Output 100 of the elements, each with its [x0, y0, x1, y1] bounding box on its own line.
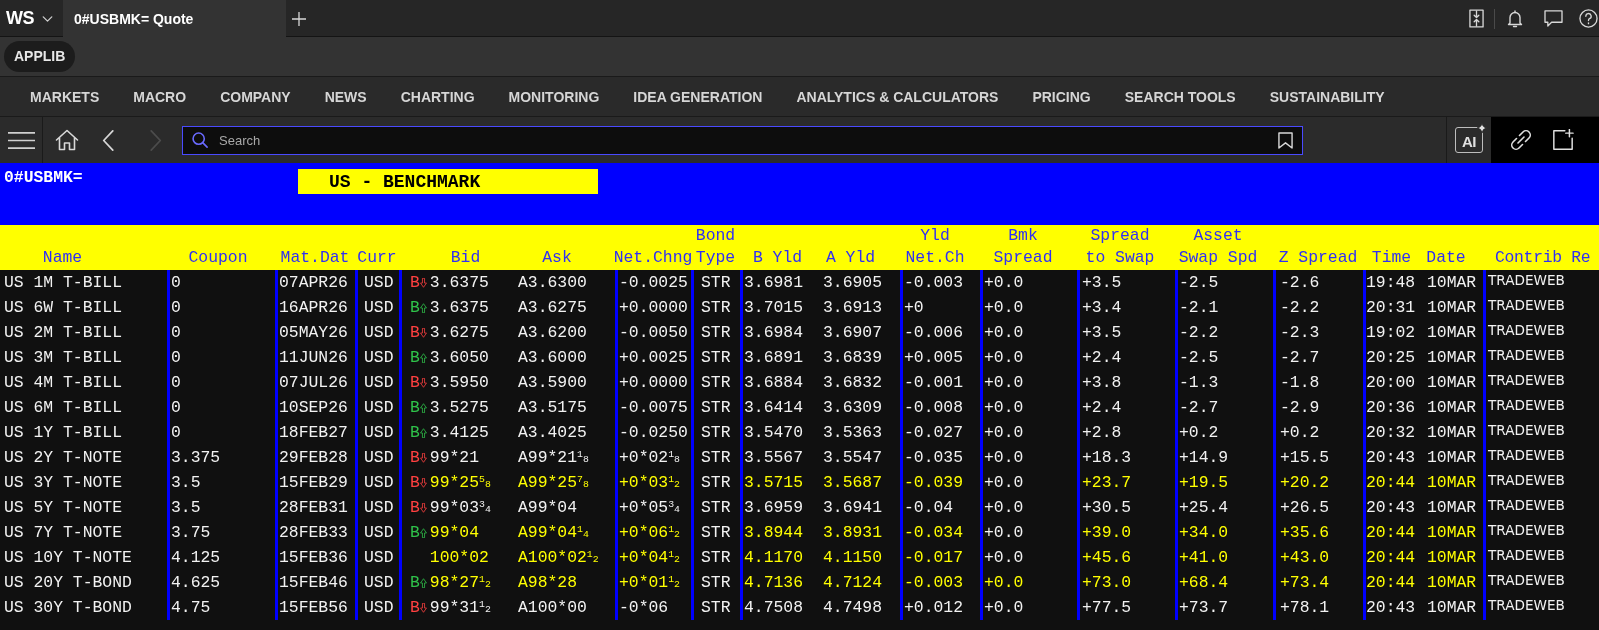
table-cell: 0 [171, 422, 181, 443]
table-cell: +3.8 [1082, 372, 1122, 393]
bid-marker: B [410, 297, 420, 318]
table-cell: 100*02 [429, 547, 489, 568]
table-cell: 4.625 [171, 572, 221, 593]
menu-item[interactable]: COMPANY [203, 89, 308, 105]
table-cell: USD [364, 597, 394, 618]
table-cell: 19:48 [1366, 272, 1416, 293]
plus-icon[interactable] [292, 11, 306, 26]
table-cell-text: TRADEWEB [1488, 396, 1565, 415]
table-cell: STR [701, 372, 731, 393]
table-cell: A98*28 [518, 572, 578, 593]
table-cell: 20:31 [1366, 297, 1416, 318]
table-cell: 4.1170 [744, 547, 804, 568]
table-cell: 20:00 [1366, 372, 1416, 393]
table-cell: USD [364, 422, 394, 443]
table-cell: 0 [171, 347, 181, 368]
menu-icon[interactable] [7, 130, 35, 150]
bid-marker: B [410, 322, 420, 343]
table-cell: -0.027 [904, 422, 964, 443]
app-library-button[interactable]: APPLIB [4, 40, 76, 72]
page-code: 0#USBMK= [3, 169, 83, 187]
table-cell: STR [701, 597, 731, 618]
table-cell: 3.4125 [429, 422, 489, 443]
table-cell: +0.0 [984, 372, 1024, 393]
table-cell: 10MAR [1427, 572, 1477, 593]
table-cell: -2.1 [1179, 297, 1219, 318]
compress-icon[interactable] [1469, 9, 1484, 28]
table-cell: 3.7015 [744, 297, 804, 318]
table-cell: STR [701, 497, 731, 518]
table-cell: A3.5900 [518, 372, 587, 393]
bookmark-icon[interactable] [1278, 131, 1293, 149]
table-cell: +0.0 [984, 522, 1024, 543]
table-cell: 4.75 [171, 597, 211, 618]
bell-icon[interactable] [1507, 9, 1523, 28]
table-cell: +39.0 [1082, 522, 1132, 543]
table-cell: US 1M T-BILL [4, 272, 123, 293]
table-cell: -0*06 [619, 597, 669, 618]
table-cell: +45.6 [1082, 547, 1132, 568]
menu-item[interactable]: CHARTING [383, 89, 492, 105]
table-cell: +34.0 [1179, 522, 1229, 543]
column-header: Z Spread [1278, 247, 1358, 269]
table-cell: 20:44 [1366, 472, 1416, 493]
column-header: Curr [357, 247, 397, 269]
table-cell: 3.8944 [744, 522, 804, 543]
table-cell: -0.001 [904, 372, 964, 393]
home-icon[interactable] [55, 129, 79, 151]
menu-item[interactable]: IDEA GENERATION [616, 89, 780, 105]
table-cell: 3.5567 [744, 447, 804, 468]
table-cell: 4.7124 [823, 572, 883, 593]
table-cell: 3.6309 [823, 397, 883, 418]
back-icon[interactable] [102, 129, 114, 151]
menu-item[interactable]: MARKETS [13, 89, 117, 105]
table-cell: 20:43 [1366, 497, 1416, 518]
menu-item[interactable]: MONITORING [491, 89, 617, 105]
table-cell: -0.0250 [619, 422, 688, 443]
table-cell: USD [364, 297, 394, 318]
table-cell: 20:43 [1366, 447, 1416, 468]
table-cell: +3.4 [1082, 297, 1122, 318]
table-cell: 3.5470 [744, 422, 804, 443]
link-icon[interactable] [1510, 129, 1532, 151]
table-cell: USD [364, 472, 394, 493]
table-cell: +0.0 [984, 447, 1024, 468]
table-cell: STR [701, 322, 731, 343]
table-cell: 0 [171, 297, 181, 318]
menu-item[interactable]: PRICING [1015, 89, 1108, 105]
table-cell: +43.0 [1280, 547, 1330, 568]
table-cell: +20.2 [1280, 472, 1330, 493]
table-cell-text: TRADEWEB [1488, 521, 1565, 540]
menu-item[interactable]: MACRO [116, 89, 204, 105]
table-cell: 15FEB46 [279, 572, 348, 593]
table-cell: -2.2 [1280, 297, 1320, 318]
table-cell: +0.0 [984, 472, 1024, 493]
table-cell: 0 [171, 397, 181, 418]
table-cell: +0.0 [984, 547, 1024, 568]
app-menu-button[interactable]: WS [0, 0, 63, 37]
help-icon[interactable] [1579, 9, 1598, 28]
column-header: Name [42, 247, 83, 269]
table-cell: -2.9 [1280, 397, 1320, 418]
table-cell: -2.5 [1179, 347, 1219, 368]
chat-icon[interactable] [1544, 10, 1563, 27]
table-cell: -1.8 [1280, 372, 1320, 393]
menu-item[interactable]: NEWS [307, 89, 384, 105]
table-cell: +78.1 [1280, 597, 1330, 618]
table-cell: +26.5 [1280, 497, 1330, 518]
tab[interactable]: 0#USBMK= Quote [63, 0, 286, 37]
table-cell: US 3Y T-NOTE [4, 472, 123, 493]
table-cell: 18FEB27 [279, 422, 348, 443]
menu-item[interactable]: SUSTAINABILITY [1252, 89, 1402, 105]
search-field[interactable]: Search [182, 125, 1303, 155]
new-window-icon[interactable] [1552, 129, 1574, 151]
table-cell: 10MAR [1427, 547, 1477, 568]
table-cell: 3.6905 [823, 272, 883, 293]
table-cell: 10MAR [1427, 347, 1477, 368]
table-cell: 11JUN26 [279, 347, 348, 368]
table-cell: 3.75 [171, 522, 211, 543]
menu-item[interactable]: SEARCH TOOLS [1107, 89, 1253, 105]
table-cell: 20:32 [1366, 422, 1416, 443]
menu-item[interactable]: ANALYTICS & CALCULATORS [779, 89, 1016, 105]
table-cell-text: TRADEWEB [1488, 271, 1565, 290]
